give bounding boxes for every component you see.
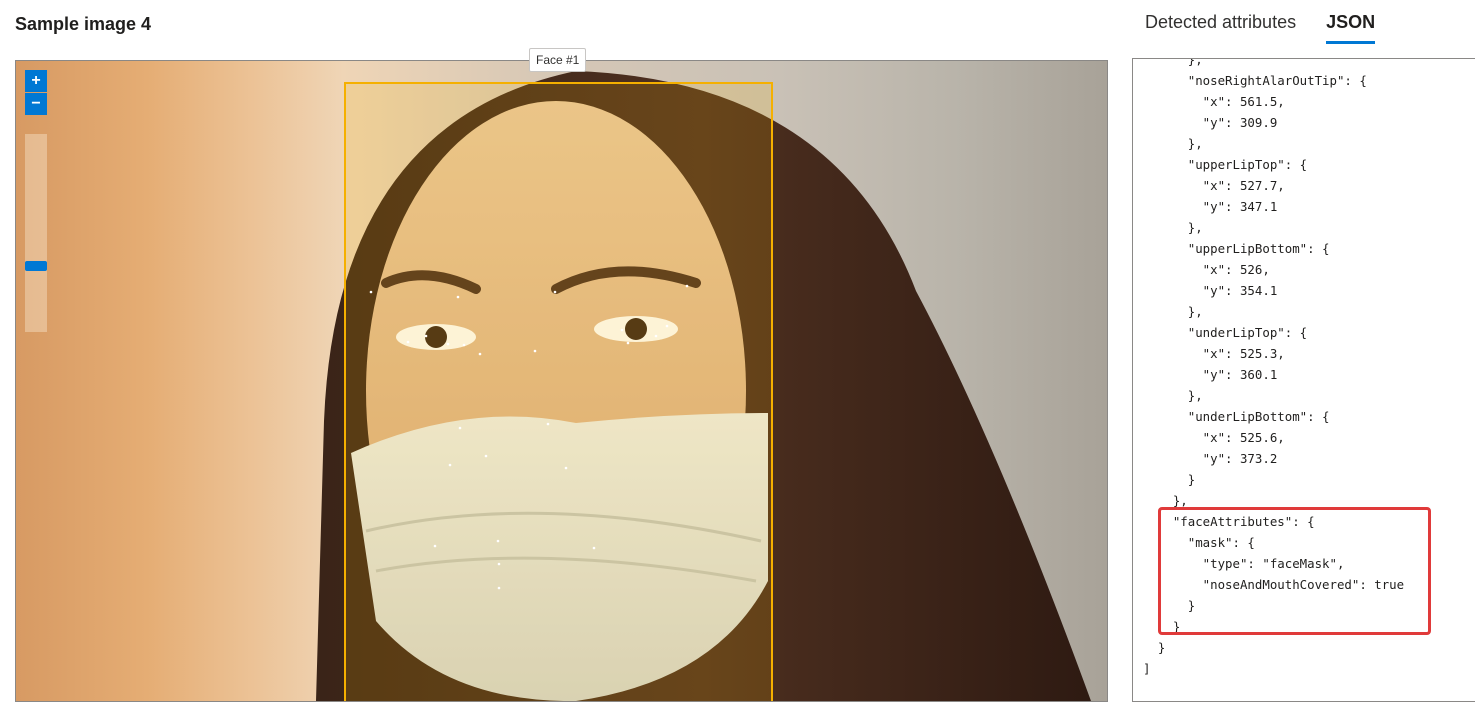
json-line: "y": 360.1: [1143, 367, 1278, 382]
face-bounding-box: [344, 82, 773, 701]
zoom-in-button[interactable]: +: [25, 70, 47, 92]
json-line: }: [1143, 472, 1196, 487]
json-line: "x": 526,: [1143, 262, 1270, 277]
tab-json[interactable]: JSON: [1326, 12, 1376, 44]
json-line: "x": 525.6,: [1143, 430, 1285, 445]
face-attributes-highlight: [1158, 507, 1431, 635]
json-line: },: [1143, 136, 1203, 151]
json-line: },: [1143, 220, 1203, 235]
json-line: }: [1143, 640, 1166, 655]
json-line: "y": 309.9: [1143, 115, 1278, 130]
json-line: "noseRightAlarOutTip": {: [1143, 73, 1367, 88]
json-line: "x": 527.7,: [1143, 178, 1285, 193]
json-line: },: [1143, 58, 1203, 67]
json-line: ]: [1143, 661, 1151, 676]
json-line: "x": 561.5,: [1143, 94, 1285, 109]
json-line: "x": 525.3,: [1143, 346, 1285, 361]
json-line: },: [1143, 388, 1203, 403]
json-line: "y": 354.1: [1143, 283, 1278, 298]
json-line: "upperLipTop": {: [1143, 157, 1308, 172]
page-title: Sample image 4: [15, 14, 152, 34]
json-line: "y": 373.2: [1143, 451, 1278, 466]
face-label: Face #1: [529, 48, 587, 72]
zoom-slider[interactable]: [25, 134, 47, 332]
json-line: "y": 347.1: [1143, 199, 1278, 214]
json-line: },: [1143, 304, 1203, 319]
json-line: "upperLipBottom": {: [1143, 241, 1330, 256]
tab-bar: Detected attributes JSON: [1145, 12, 1405, 44]
image-viewer[interactable]: + −: [15, 60, 1108, 702]
sample-photo: [316, 71, 1091, 701]
zoom-out-button[interactable]: −: [25, 93, 47, 115]
tab-detected-attributes[interactable]: Detected attributes: [1145, 12, 1296, 44]
zoom-slider-thumb[interactable]: [25, 261, 47, 271]
json-line: "underLipTop": {: [1143, 325, 1308, 340]
json-line: "underLipBottom": {: [1143, 409, 1330, 424]
